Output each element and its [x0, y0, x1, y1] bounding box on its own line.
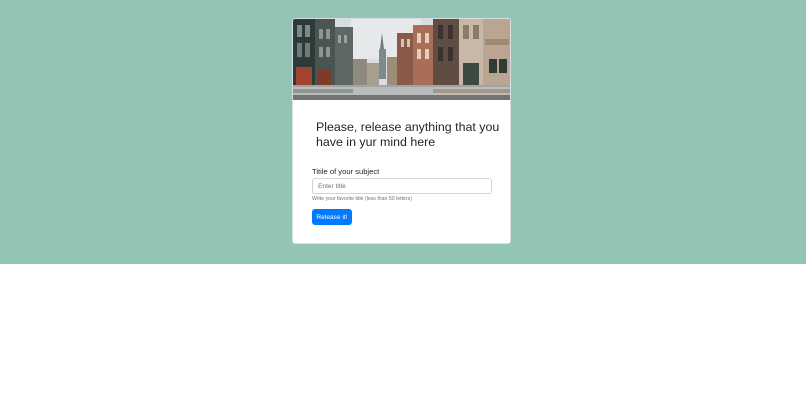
post-card: Please, release anything that you have i…: [292, 18, 511, 244]
title-field-label: Titile of your subject: [312, 167, 380, 176]
release-button[interactable]: Release it!: [312, 209, 352, 225]
page-title: Please, release anything that you have i…: [316, 120, 500, 149]
title-input[interactable]: [312, 178, 492, 194]
title-help-text: Write your favorite title (less than 50 …: [312, 196, 412, 202]
street-photo: [293, 19, 510, 100]
